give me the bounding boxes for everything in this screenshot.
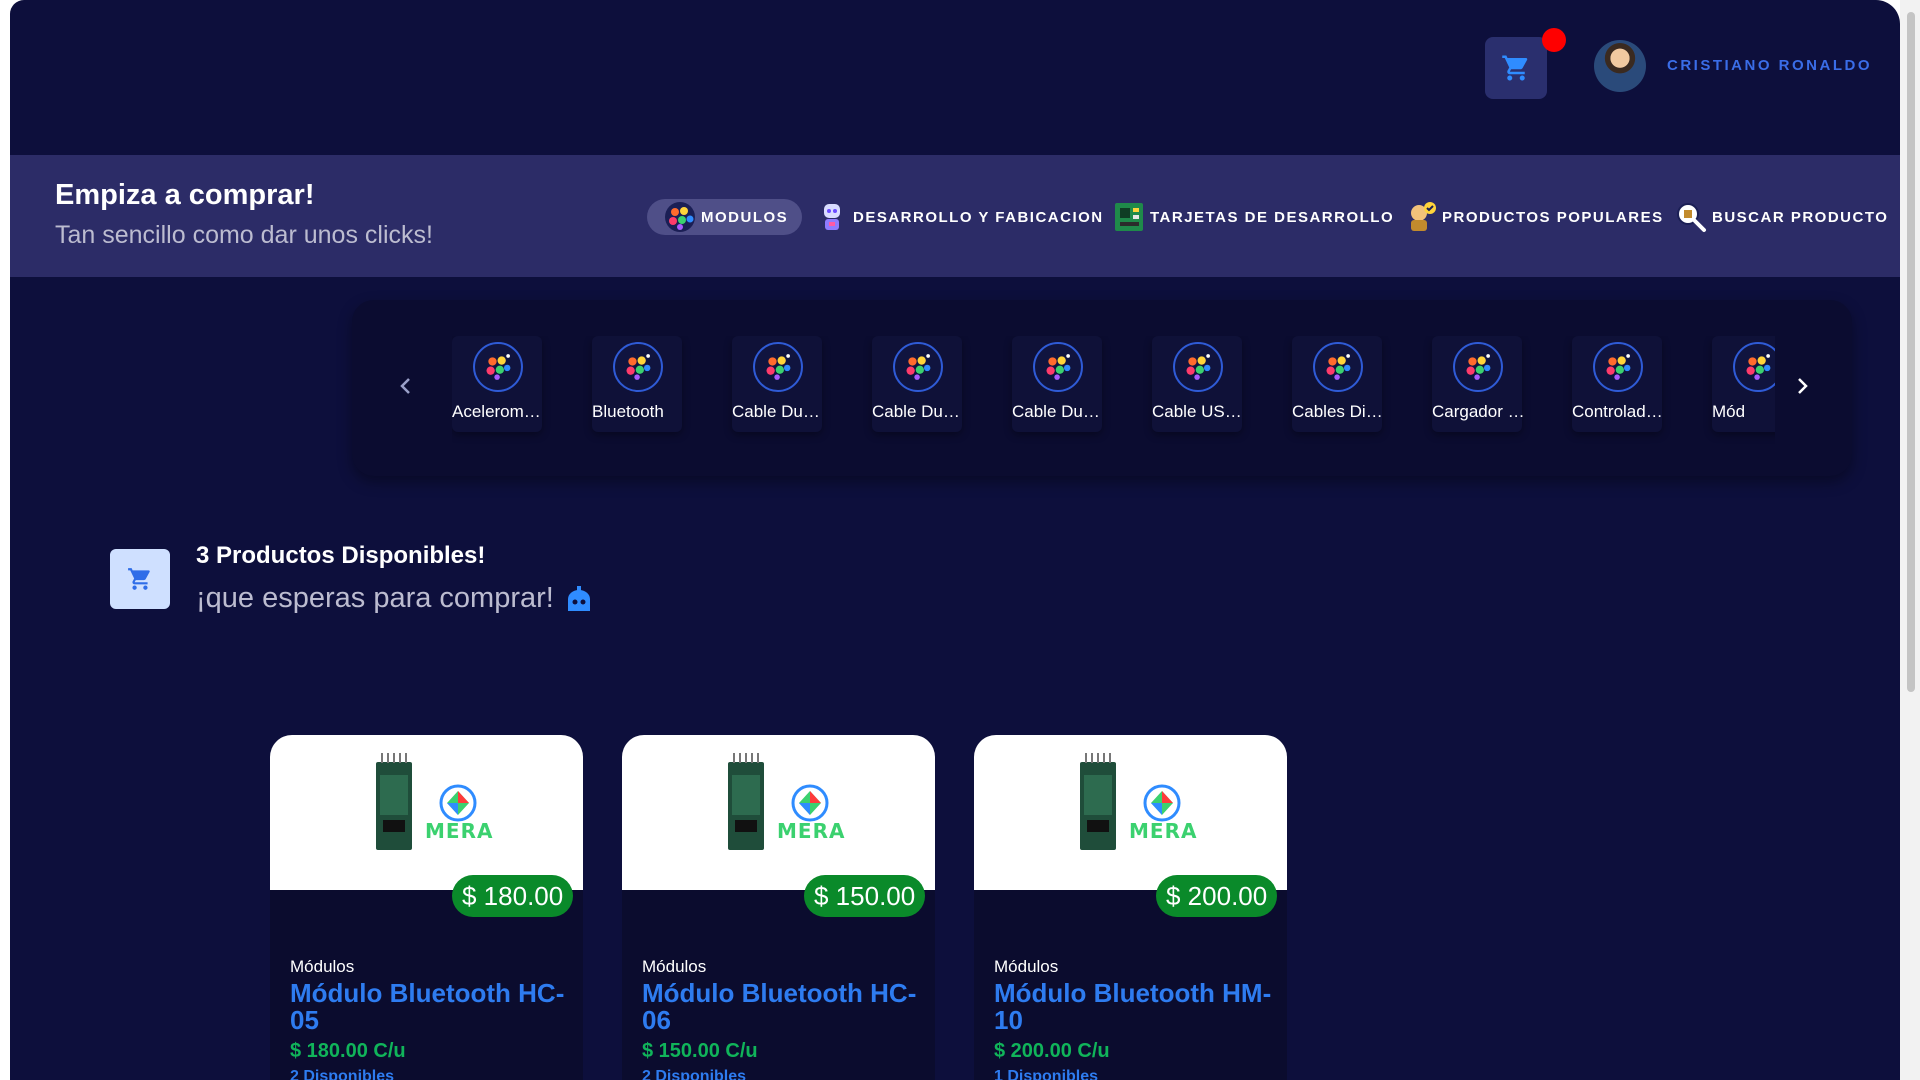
banner-title: Empiza a comprar! [55,179,315,211]
nav-buscar[interactable]: BUSCAR PRODUCTO [1674,199,1888,235]
modules-icon [613,342,663,392]
cart-notification-badge [1542,28,1566,52]
bluetooth-module-image [376,753,477,850]
banner-subtitle: Tan sencillo como dar unos clicks! [55,221,433,249]
nav-label: PRODUCTOS POPULARES [1442,208,1664,226]
products-subtitle: ¡que esperas para comprar! [196,582,554,614]
category-label: Cable Du… [1012,402,1100,421]
category-item[interactable]: Acelerom… [452,336,542,432]
user-name[interactable]: CRISTIANO RONALDO [1667,57,1872,74]
product-name[interactable]: Módulo Bluetooth HC-05 [290,980,570,1034]
product-image[interactable]: MERA [270,735,583,890]
category-item[interactable]: Cable Du… [732,336,822,432]
modules-icon [1733,342,1775,392]
search-product-icon [1677,203,1706,232]
product-category: Módulos [994,957,1059,976]
robot-icon [567,585,590,611]
modules-icon [753,342,803,392]
chevron-right-icon [1798,378,1808,394]
carousel-next-button[interactable] [1790,374,1814,398]
nav-label: MODULOS [701,208,789,226]
category-label: Cables Di… [1292,402,1383,421]
app-window: CRISTIANO RONALDO Empiza a comprar! Tan … [10,0,1900,1080]
popular-products-icon [1411,202,1436,231]
modules-icon [1033,342,1083,392]
product-image[interactable]: MERA [974,735,1287,890]
modules-icon [1313,342,1363,392]
product-unit-price: $ 200.00 C/u [994,1040,1110,1062]
modules-icon [893,342,943,392]
products-cart-icon-box [110,549,170,609]
product-stock: 1 Disponibles [994,1068,1099,1080]
product-category: Módulos [642,957,707,976]
cart-icon [128,568,150,590]
bluetooth-module-image [728,753,829,850]
carousel-prev-button[interactable] [394,374,418,398]
category-label: Bluetooth [592,402,664,421]
brand-logo: MERA [425,819,494,843]
price-badge: $ 180.00 [452,875,574,917]
cart-icon [1502,55,1528,81]
circuit-board-icon [1115,203,1143,231]
user-avatar[interactable] [1594,40,1646,92]
category-carousel: Acelerom… Bluetooth Cable Du… Cable Du… Cabl… [352,300,1852,476]
bluetooth-module-image [1080,753,1181,850]
cart-button[interactable] [1485,37,1547,99]
brand-logo: MERA [777,819,846,843]
products-count-title: 3 Productos Disponibles! [196,542,486,569]
category-item[interactable]: Cables Di… [1292,336,1383,432]
brand-logo: MERA [1129,819,1198,843]
product-name[interactable]: Módulo Bluetooth HC-06 [642,980,922,1034]
products-subtitle-row: ¡que esperas para comprar! [196,582,594,615]
nav-modulos[interactable]: MODULOS [647,199,803,235]
category-label: Mód [1712,402,1746,421]
price-badge: $ 200.00 [1156,875,1278,917]
page-scrollbar[interactable] [1900,0,1920,1080]
category-item[interactable]: Cargador … [1432,336,1525,432]
product-card[interactable]: MERA $ 180.00 Módulos Módulo Bluetooth HC-0… [270,735,583,1080]
price-badge: $ 150.00 [804,875,926,917]
product-stock: 2 Disponibles [642,1068,747,1080]
category-item[interactable]: Controlad… [1572,336,1663,432]
modules-icon [473,342,523,392]
chevron-left-icon [400,378,410,394]
category-label: Cable Du… [732,402,820,421]
category-item[interactable]: Mód [1712,336,1775,432]
nav-label: DESARROLLO Y FABICACION [853,208,1104,226]
modules-icon [1453,342,1503,392]
category-label: Cable Du… [872,402,960,421]
product-unit-price: $ 150.00 C/u [642,1040,758,1062]
product-unit-price: $ 180.00 C/u [290,1040,406,1062]
category-label: Acelerom… [452,402,541,421]
category-label: Cable US… [1152,402,1242,421]
category-label: Controlad… [1572,402,1663,421]
product-name[interactable]: Módulo Bluetooth HM-10 [994,980,1274,1034]
nav-label: TARJETAS DE DESARROLLO [1150,208,1395,226]
scrollbar-thumb[interactable] [1907,12,1915,692]
category-label: Cargador … [1432,402,1525,421]
category-item[interactable]: Bluetooth [592,336,682,432]
product-card[interactable]: MERA $ 150.00 Módulos Módulo Bluetooth HC-0… [622,735,935,1080]
nav-desarrollo[interactable]: DESARROLLO Y FABICACION [815,199,1104,235]
modules-icon [1593,342,1643,392]
category-banner: Empiza a comprar! Tan sencillo como dar … [10,155,1900,277]
robot-icon [824,204,840,230]
nav-populares[interactable]: PRODUCTOS POPULARES [1404,199,1664,235]
modules-icon [1173,342,1223,392]
modules-icon [665,202,695,232]
category-item[interactable]: Cable US… [1152,336,1242,432]
product-stock: 2 Disponibles [290,1068,395,1080]
product-card[interactable]: MERA $ 200.00 Módulos Módulo Bluetooth HM-1… [974,735,1287,1080]
nav-label: BUSCAR PRODUCTO [1712,208,1889,226]
category-item[interactable]: Cable Du… [872,336,962,432]
product-category: Módulos [290,957,355,976]
product-image[interactable]: MERA [622,735,935,890]
nav-tarjetas[interactable]: TARJETAS DE DESARROLLO [1112,199,1394,235]
category-item[interactable]: Cable Du… [1012,336,1102,432]
category-track: Acelerom… Bluetooth Cable Du… Cable Du… Cabl… [452,336,1775,446]
